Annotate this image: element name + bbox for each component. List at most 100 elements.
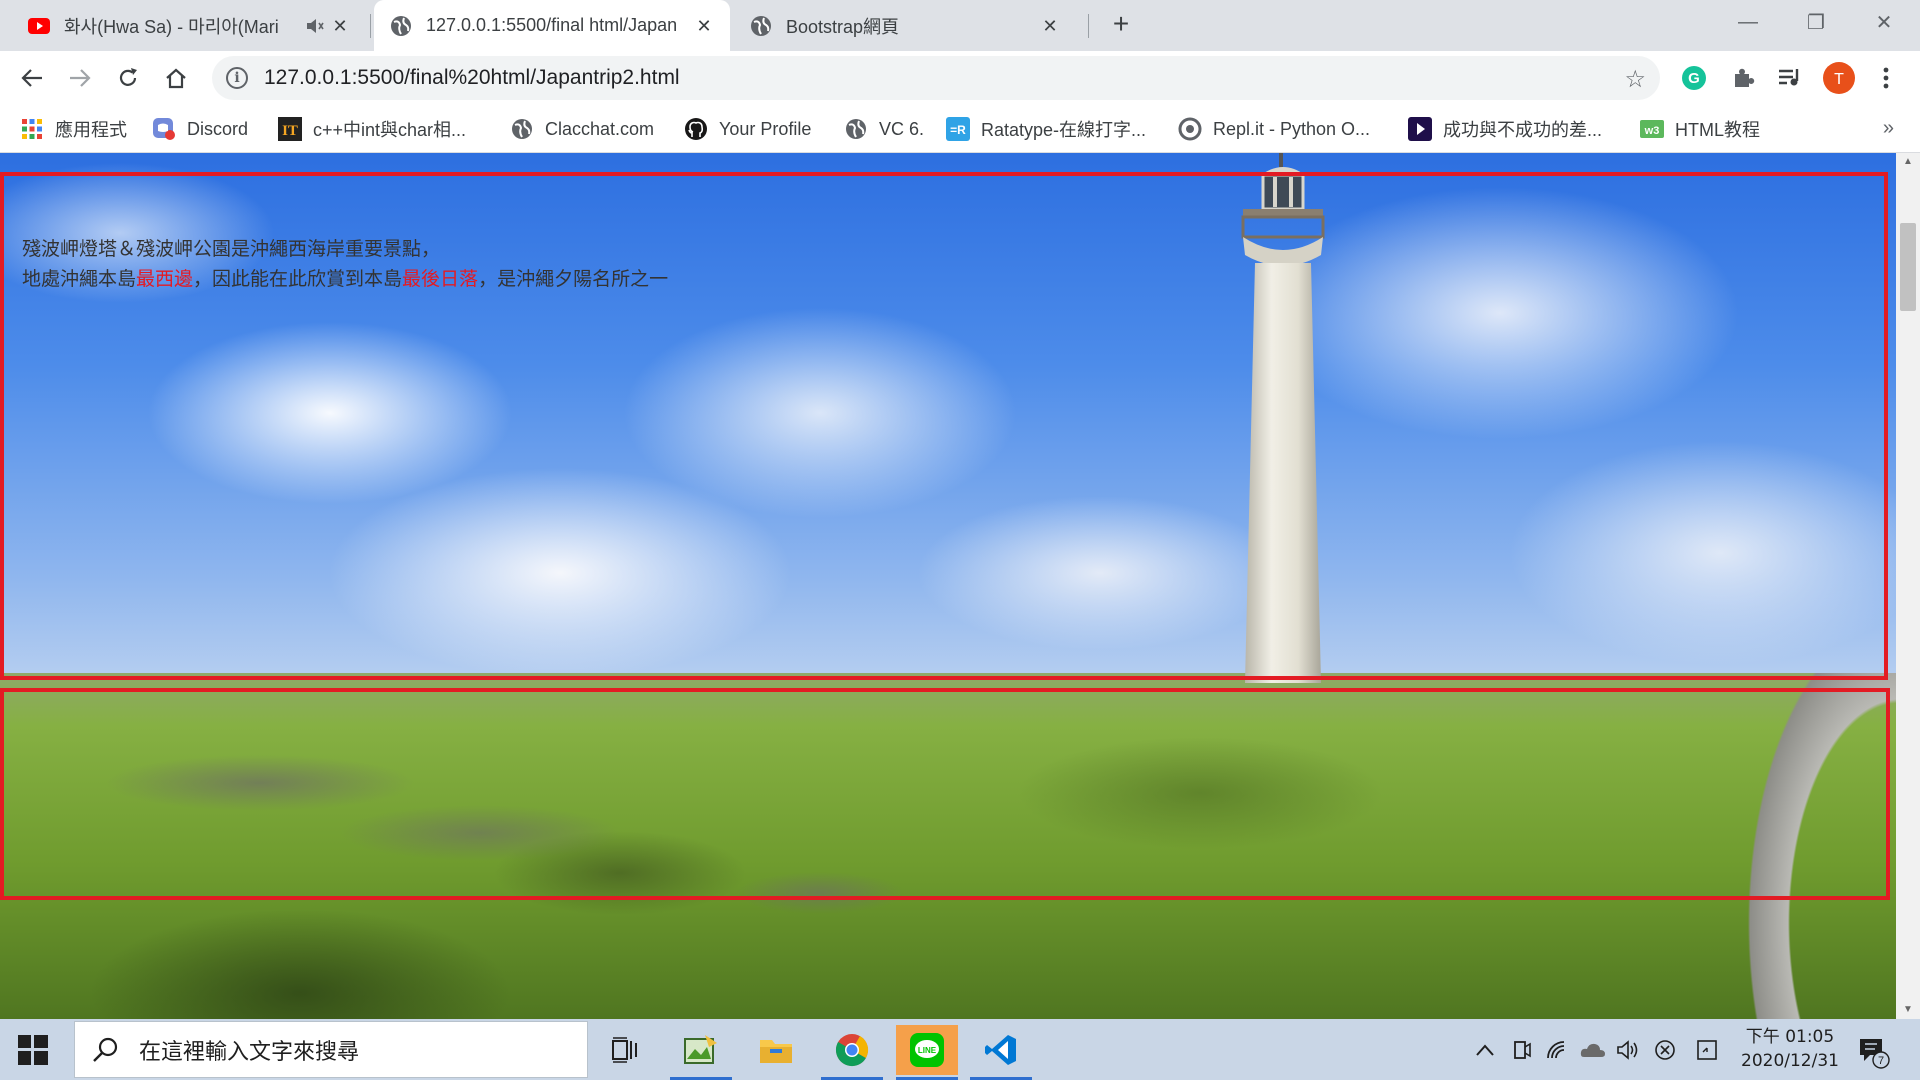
file-explorer-icon[interactable] (745, 1025, 807, 1075)
intro-text: 殘波岬燈塔＆殘波岬公園是沖繩西海岸重要景點， 地處沖繩本島最西邊，因此能在此欣賞… (22, 234, 668, 294)
chrome-icon[interactable] (821, 1025, 883, 1080)
extensions-puzzle-icon[interactable] (1729, 64, 1757, 92)
tab-title: Bootstrap網頁 (786, 16, 900, 37)
new-tab-button[interactable]: + (1105, 9, 1137, 41)
bookmark-label: c++中int與char相... (313, 120, 467, 140)
notification-center-icon[interactable]: 7 (1856, 1033, 1892, 1069)
close-tab-icon[interactable]: ✕ (1040, 16, 1060, 36)
bookmark-html-tutorial[interactable]: w3 HTML教程 (1640, 115, 1760, 143)
bookmark-label: Your Profile (719, 118, 812, 139)
tab-title: 127.0.0.1:5500/final html/Japan (426, 15, 678, 35)
bookmark-video[interactable]: 成功與不成功的差... (1408, 115, 1602, 143)
bookmark-github[interactable]: Your Profile (684, 115, 811, 143)
paint-icon[interactable] (670, 1025, 732, 1080)
scroll-up-arrow-icon[interactable]: ▲ (1896, 153, 1920, 171)
arrow-right-icon (70, 69, 91, 87)
meeting-icon[interactable] (1506, 1037, 1536, 1063)
bookmark-discord[interactable]: Discord (152, 115, 248, 143)
taskbar-search-box[interactable]: 在這裡輸入文字來搜尋 (74, 1021, 588, 1078)
tab-active-japantrip[interactable]: 127.0.0.1:5500/final html/Japan ✕ (374, 0, 730, 51)
close-tab-icon[interactable]: ✕ (330, 16, 350, 36)
bookmark-replit[interactable]: Repl.it - Python O... (1178, 115, 1370, 143)
browser-toolbar: i 127.0.0.1:5500/final%20html/Japantrip2… (0, 51, 1920, 105)
line-icon[interactable]: LINE (896, 1025, 958, 1080)
minimize-button[interactable]: — (1716, 0, 1780, 44)
speaker-muted-icon[interactable] (306, 15, 324, 37)
bookmark-label: Discord (187, 118, 249, 139)
vscode-icon[interactable] (970, 1025, 1032, 1080)
forward-button[interactable] (62, 60, 98, 96)
tab-bootstrap[interactable]: Bootstrap網頁 ✕ (734, 0, 1076, 51)
search-placeholder: 在這裡輸入文字來搜尋 (139, 1039, 360, 1065)
url-text[interactable]: 127.0.0.1:5500/final%20html/Japantrip2.h… (264, 66, 680, 90)
scrollbar-thumb[interactable] (1900, 223, 1916, 311)
bookmarks-overflow-button[interactable]: » (1883, 117, 1894, 140)
svg-text:w3: w3 (1644, 125, 1660, 137)
bookmark-label: Clacchat.com (545, 118, 655, 139)
profile-avatar[interactable]: T (1822, 61, 1856, 95)
apps-grid-icon (20, 117, 44, 141)
discord-icon (152, 117, 176, 141)
home-button[interactable] (158, 60, 194, 96)
svg-text:LINE: LINE (918, 1046, 937, 1055)
page-viewport: 殘波岬燈塔＆殘波岬公園是沖繩西海岸重要景點， 地處沖繩本島最西邊，因此能在此欣賞… (0, 153, 1896, 1019)
bookmark-apps[interactable]: 應用程式 (20, 115, 127, 143)
globe-icon (390, 15, 412, 37)
svg-text:G: G (1688, 70, 1700, 87)
tab-strip: 화사(Hwa Sa) - 마리아(Mari ✕ 127.0.0.1:5500/f… (0, 0, 1920, 51)
svg-text:=R: =R (950, 123, 966, 137)
media-queue-icon[interactable] (1776, 64, 1804, 92)
wifi-icon[interactable] (1542, 1037, 1572, 1063)
page-scrollbar[interactable]: ▲ ▼ (1896, 153, 1920, 1019)
close-tab-icon[interactable]: ✕ (694, 16, 714, 36)
reload-icon (119, 68, 137, 86)
intro-text-segment: 地處沖繩本島 (22, 268, 137, 290)
site-info-icon[interactable]: i (226, 67, 248, 89)
bookmark-label: 應用程式 (55, 120, 127, 140)
grammarly-icon[interactable]: G (1680, 64, 1708, 92)
network-error-icon[interactable] (1650, 1037, 1680, 1063)
intro-line-2: 地處沖繩本島最西邊，因此能在此欣賞到本島最後日落，是沖繩夕陽名所之一 (22, 264, 668, 294)
home-icon (166, 68, 186, 89)
search-icon (93, 1037, 118, 1062)
bookmark-label: Repl.it - Python O... (1213, 118, 1371, 139)
address-bar[interactable]: i 127.0.0.1:5500/final%20html/Japantrip2… (212, 56, 1660, 100)
start-button[interactable] (14, 1033, 54, 1067)
youtube-icon (28, 15, 50, 37)
system-clock[interactable]: 下午 01:05 2020/12/31 (1730, 1025, 1850, 1073)
task-view-icon[interactable] (594, 1025, 656, 1075)
tablet-mode-icon[interactable] (1692, 1037, 1722, 1063)
bookmark-ithome[interactable]: IT c++中int與char相... (278, 115, 466, 143)
notification-count-badge: 7 (1878, 1055, 1884, 1067)
bookmark-star-icon[interactable]: ☆ (1624, 65, 1646, 94)
highlight-westmost: 最西邊 (136, 268, 194, 290)
scroll-down-arrow-icon[interactable]: ▼ (1896, 1001, 1920, 1019)
bookmark-ratatype[interactable]: =R Ratatype-在線打字... (946, 115, 1146, 143)
tab-youtube[interactable]: 화사(Hwa Sa) - 마리아(Mari ✕ (12, 0, 366, 51)
svg-text:T: T (1834, 71, 1844, 88)
show-hidden-icons-chevron-icon[interactable] (1470, 1037, 1500, 1063)
globe-icon (750, 15, 772, 37)
tab-title: 화사(Hwa Sa) - 마리아(Mari (64, 16, 279, 37)
clock-time: 下午 01:05 (1745, 1027, 1835, 1047)
volume-icon[interactable] (1614, 1037, 1644, 1063)
bookmark-vc6[interactable]: VC 6. (844, 115, 924, 143)
onedrive-icon[interactable] (1578, 1037, 1608, 1063)
bookmark-label: HTML教程 (1675, 120, 1760, 140)
windows-logo-icon (18, 1035, 48, 1065)
reload-button[interactable] (110, 60, 146, 96)
bookmarks-bar: 應用程式 Discord IT c++中int與char相... Claccha… (0, 105, 1920, 153)
restore-button[interactable]: ❐ (1784, 0, 1848, 44)
bookmark-label: Ratatype-在線打字... (981, 120, 1147, 140)
clock-date: 2020/12/31 (1741, 1051, 1839, 1071)
window-close-button[interactable]: ✕ (1852, 0, 1916, 44)
arrow-left-icon (21, 69, 42, 87)
globe-icon (844, 117, 868, 141)
menu-kebab-icon[interactable] (1872, 64, 1900, 92)
windows-taskbar: 在這裡輸入文字來搜尋 LINE 下午 01:05 2020/12/31 7 (0, 1019, 1920, 1080)
back-button[interactable] (14, 60, 50, 96)
bookmark-label: 成功與不成功的差... (1443, 120, 1603, 140)
tab-divider (370, 14, 371, 38)
tab-divider (1088, 14, 1089, 38)
bookmark-clacchat[interactable]: Clacchat.com (510, 115, 654, 143)
